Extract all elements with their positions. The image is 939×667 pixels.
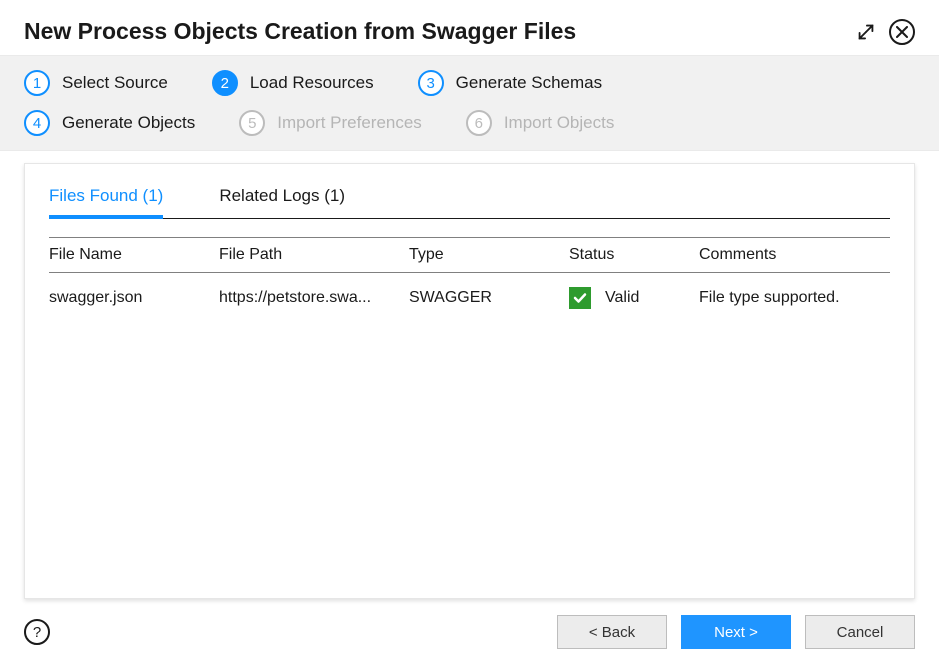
step-number: 1 bbox=[24, 70, 50, 96]
step-label: Generate Schemas bbox=[456, 73, 602, 93]
step-label: Import Preferences bbox=[277, 113, 422, 133]
steps-row-1: 1 Select Source 2 Load Resources 3 Gener… bbox=[24, 70, 915, 96]
content-area: Files Found (1) Related Logs (1) File Na… bbox=[0, 151, 939, 599]
col-file-name: File Name bbox=[49, 246, 219, 264]
col-type: Type bbox=[409, 246, 569, 264]
cell-comments: File type supported. bbox=[699, 289, 890, 307]
step-import-preferences: 5 Import Preferences bbox=[239, 110, 422, 136]
col-status: Status bbox=[569, 246, 699, 264]
step-select-source[interactable]: 1 Select Source bbox=[24, 70, 168, 96]
cell-status: Valid bbox=[569, 287, 699, 309]
cell-file-path: https://petstore.swa... bbox=[219, 289, 409, 307]
wizard-steps: 1 Select Source 2 Load Resources 3 Gener… bbox=[0, 55, 939, 151]
tab-bar: Files Found (1) Related Logs (1) bbox=[49, 186, 890, 219]
content-panel: Files Found (1) Related Logs (1) File Na… bbox=[24, 163, 915, 599]
check-icon bbox=[569, 287, 591, 309]
step-generate-schemas[interactable]: 3 Generate Schemas bbox=[418, 70, 602, 96]
step-number: 5 bbox=[239, 110, 265, 136]
step-label: Import Objects bbox=[504, 113, 615, 133]
step-label: Load Resources bbox=[250, 73, 374, 93]
status-text: Valid bbox=[605, 289, 639, 307]
step-number: 4 bbox=[24, 110, 50, 136]
dialog-title: New Process Objects Creation from Swagge… bbox=[24, 18, 576, 45]
cell-file-name: swagger.json bbox=[49, 289, 219, 307]
help-icon[interactable]: ? bbox=[24, 619, 50, 645]
step-label: Select Source bbox=[62, 73, 168, 93]
footer-buttons: < Back Next > Cancel bbox=[557, 615, 915, 649]
step-load-resources[interactable]: 2 Load Resources bbox=[212, 70, 374, 96]
window-controls bbox=[855, 19, 915, 45]
steps-row-2: 4 Generate Objects 5 Import Preferences … bbox=[24, 110, 915, 136]
col-file-path: File Path bbox=[219, 246, 409, 264]
step-import-objects: 6 Import Objects bbox=[466, 110, 615, 136]
step-generate-objects[interactable]: 4 Generate Objects bbox=[24, 110, 195, 136]
files-table: File Name File Path Type Status Comments… bbox=[49, 237, 890, 309]
back-button[interactable]: < Back bbox=[557, 615, 667, 649]
table-header: File Name File Path Type Status Comments bbox=[49, 237, 890, 273]
tab-files-found[interactable]: Files Found (1) bbox=[49, 186, 163, 218]
col-comments: Comments bbox=[699, 246, 890, 264]
step-label: Generate Objects bbox=[62, 113, 195, 133]
table-row[interactable]: swagger.json https://petstore.swa... SWA… bbox=[49, 273, 890, 309]
tab-related-logs[interactable]: Related Logs (1) bbox=[219, 186, 345, 218]
maximize-icon[interactable] bbox=[855, 21, 877, 43]
dialog-root: New Process Objects Creation from Swagge… bbox=[0, 0, 939, 667]
next-button[interactable]: Next > bbox=[681, 615, 791, 649]
close-icon[interactable] bbox=[889, 19, 915, 45]
dialog-footer: ? < Back Next > Cancel bbox=[0, 599, 939, 667]
cancel-button[interactable]: Cancel bbox=[805, 615, 915, 649]
cell-type: SWAGGER bbox=[409, 289, 569, 307]
step-number: 6 bbox=[466, 110, 492, 136]
dialog-header: New Process Objects Creation from Swagge… bbox=[0, 0, 939, 55]
step-number: 2 bbox=[212, 70, 238, 96]
step-number: 3 bbox=[418, 70, 444, 96]
